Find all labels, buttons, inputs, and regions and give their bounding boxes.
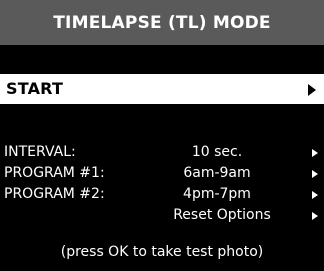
chevron-right-icon: [312, 191, 318, 199]
chevron-right-icon: [312, 149, 318, 157]
reset-options-label: Reset Options: [173, 207, 271, 223]
program1-label: PROGRAM #1:: [4, 165, 105, 181]
test-photo-hint: (press OK to take test photo): [60, 244, 264, 260]
reset-options-menu-item[interactable]: Reset Options: [0, 205, 324, 227]
program2-label: PROGRAM #2:: [4, 186, 105, 202]
program1-value: 6am-9am: [183, 165, 251, 181]
interval-label: INTERVAL:: [4, 144, 76, 160]
mode-title: TIMELAPSE (TL) MODE: [53, 12, 271, 33]
chevron-right-icon: [312, 170, 318, 178]
program2-value: 4pm-7pm: [183, 186, 251, 202]
chevron-right-icon: [308, 84, 316, 96]
start-menu-item[interactable]: START: [0, 74, 324, 104]
program2-menu-item[interactable]: PROGRAM #2: 4pm-7pm: [0, 184, 324, 206]
mode-header: TIMELAPSE (TL) MODE: [0, 0, 324, 45]
program1-menu-item[interactable]: PROGRAM #1: 6am-9am: [0, 163, 324, 185]
interval-value: 10 sec.: [191, 144, 243, 160]
chevron-right-icon: [312, 212, 318, 220]
start-label: START: [6, 79, 64, 98]
interval-menu-item[interactable]: INTERVAL: 10 sec.: [0, 142, 324, 164]
